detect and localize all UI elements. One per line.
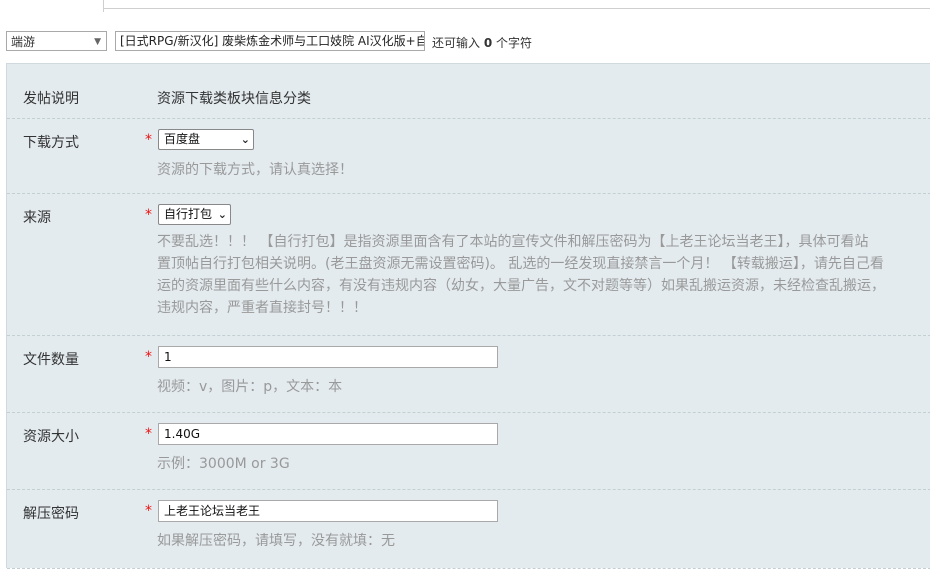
- resource-size-input[interactable]: 1.40G: [158, 423, 498, 445]
- chevron-down-icon: ⌄: [240, 133, 250, 146]
- source-hint-line: 运的资源里面有些什么内容，有没有违规内容（幼女，大量广告，文不对题等等）如果乱搬…: [157, 278, 885, 294]
- post-note-value: 资源下载类板块信息分类: [157, 91, 311, 107]
- source-hint: 不要乱选！！！ 【自行打包】是指资源里面含有了本站的宣传文件和解压密码为【上老王…: [157, 231, 930, 319]
- required-star: *: [145, 503, 152, 519]
- file-count-label: 文件数量: [23, 352, 79, 368]
- tab-divider: [104, 8, 930, 9]
- source-hint-line: 不要乱选！！！ 【自行打包】是指资源里面含有了本站的宣传文件和解压密码为【上老王…: [157, 234, 869, 250]
- resource-size-value: 1.40G: [164, 427, 201, 441]
- subject-row: 端游 ▼ [日式RPG/新汉化] 废柴炼金术师与工口妓院 AI汉化版+自 还可输…: [0, 28, 930, 56]
- download-method-value: 百度盘: [164, 132, 201, 146]
- file-count-value: 1: [164, 350, 172, 364]
- required-star: *: [145, 132, 152, 148]
- chevron-down-icon: ⌄: [217, 208, 227, 221]
- source-select[interactable]: 自行打包 ⌄: [158, 204, 231, 225]
- source-label: 来源: [23, 210, 51, 226]
- subject-input[interactable]: [日式RPG/新汉化] 废柴炼金术师与工口妓院 AI汉化版+自: [115, 31, 425, 51]
- row-unzip-password: 解压密码 * 上老王论坛当老王 如果解压密码，请填写，没有就填：无: [7, 490, 930, 569]
- required-star: *: [145, 426, 152, 442]
- unzip-password-value: 上老王论坛当老王: [164, 504, 261, 518]
- post-note-label: 发帖说明: [23, 91, 79, 107]
- tab-active[interactable]: [0, 0, 104, 12]
- required-star: *: [145, 349, 152, 365]
- row-source: 来源 * 自行打包 ⌄ 不要乱选！！！ 【自行打包】是指资源里面含有了本站的宣传…: [7, 194, 930, 336]
- row-resource-size: 资源大小 * 1.40G 示例：3000M or 3G: [7, 413, 930, 490]
- tab-strip: [0, 0, 930, 12]
- row-file-count: 文件数量 * 1 视频：v，图片：p，文本：本: [7, 336, 930, 413]
- resource-size-hint: 示例：3000M or 3G: [157, 456, 290, 472]
- chevron-down-icon: ▼: [94, 37, 101, 47]
- source-hint-line: 置顶帖自行打包相关说明。(老王盘资源无需设置密码)。 乱选的一经发现直接禁言一个…: [157, 256, 884, 272]
- file-count-hint: 视频：v，图片：p，文本：本: [157, 379, 343, 395]
- unzip-password-label: 解压密码: [23, 506, 79, 522]
- source-hint-line: 违规内容，严重者直接封号！！！: [157, 300, 367, 316]
- char-remaining: 还可输入 0 个字符: [432, 34, 532, 51]
- resource-size-label: 资源大小: [23, 429, 79, 445]
- char-remaining-count: 0: [483, 36, 493, 50]
- download-method-hint: 资源的下载方式，请认真选择！: [157, 162, 353, 178]
- source-value: 自行打包: [164, 207, 213, 221]
- subject-input-value: [日式RPG/新汉化] 废柴炼金术师与工口妓院 AI汉化版+自: [120, 34, 425, 48]
- file-count-input[interactable]: 1: [158, 346, 498, 368]
- unzip-password-hint: 如果解压密码，请填写，没有就填：无: [157, 533, 395, 549]
- char-remaining-suffix: 个字符: [496, 36, 533, 50]
- thread-type-select[interactable]: 端游 ▼: [6, 31, 107, 51]
- download-method-select[interactable]: 百度盘 ⌄: [158, 129, 254, 150]
- row-download-method: 下载方式 * 百度盘 ⌄ 资源的下载方式，请认真选择！: [7, 119, 930, 194]
- thread-type-value: 端游: [11, 35, 36, 49]
- download-method-label: 下载方式: [23, 135, 79, 151]
- required-star: *: [145, 207, 152, 223]
- unzip-password-input[interactable]: 上老王论坛当老王: [158, 500, 498, 522]
- form-panel: 发帖说明 资源下载类板块信息分类 下载方式 * 百度盘 ⌄ 资源的下载方式，请认…: [6, 63, 930, 569]
- char-remaining-prefix: 还可输入: [432, 36, 481, 50]
- row-post-note: 发帖说明 资源下载类板块信息分类: [7, 64, 930, 119]
